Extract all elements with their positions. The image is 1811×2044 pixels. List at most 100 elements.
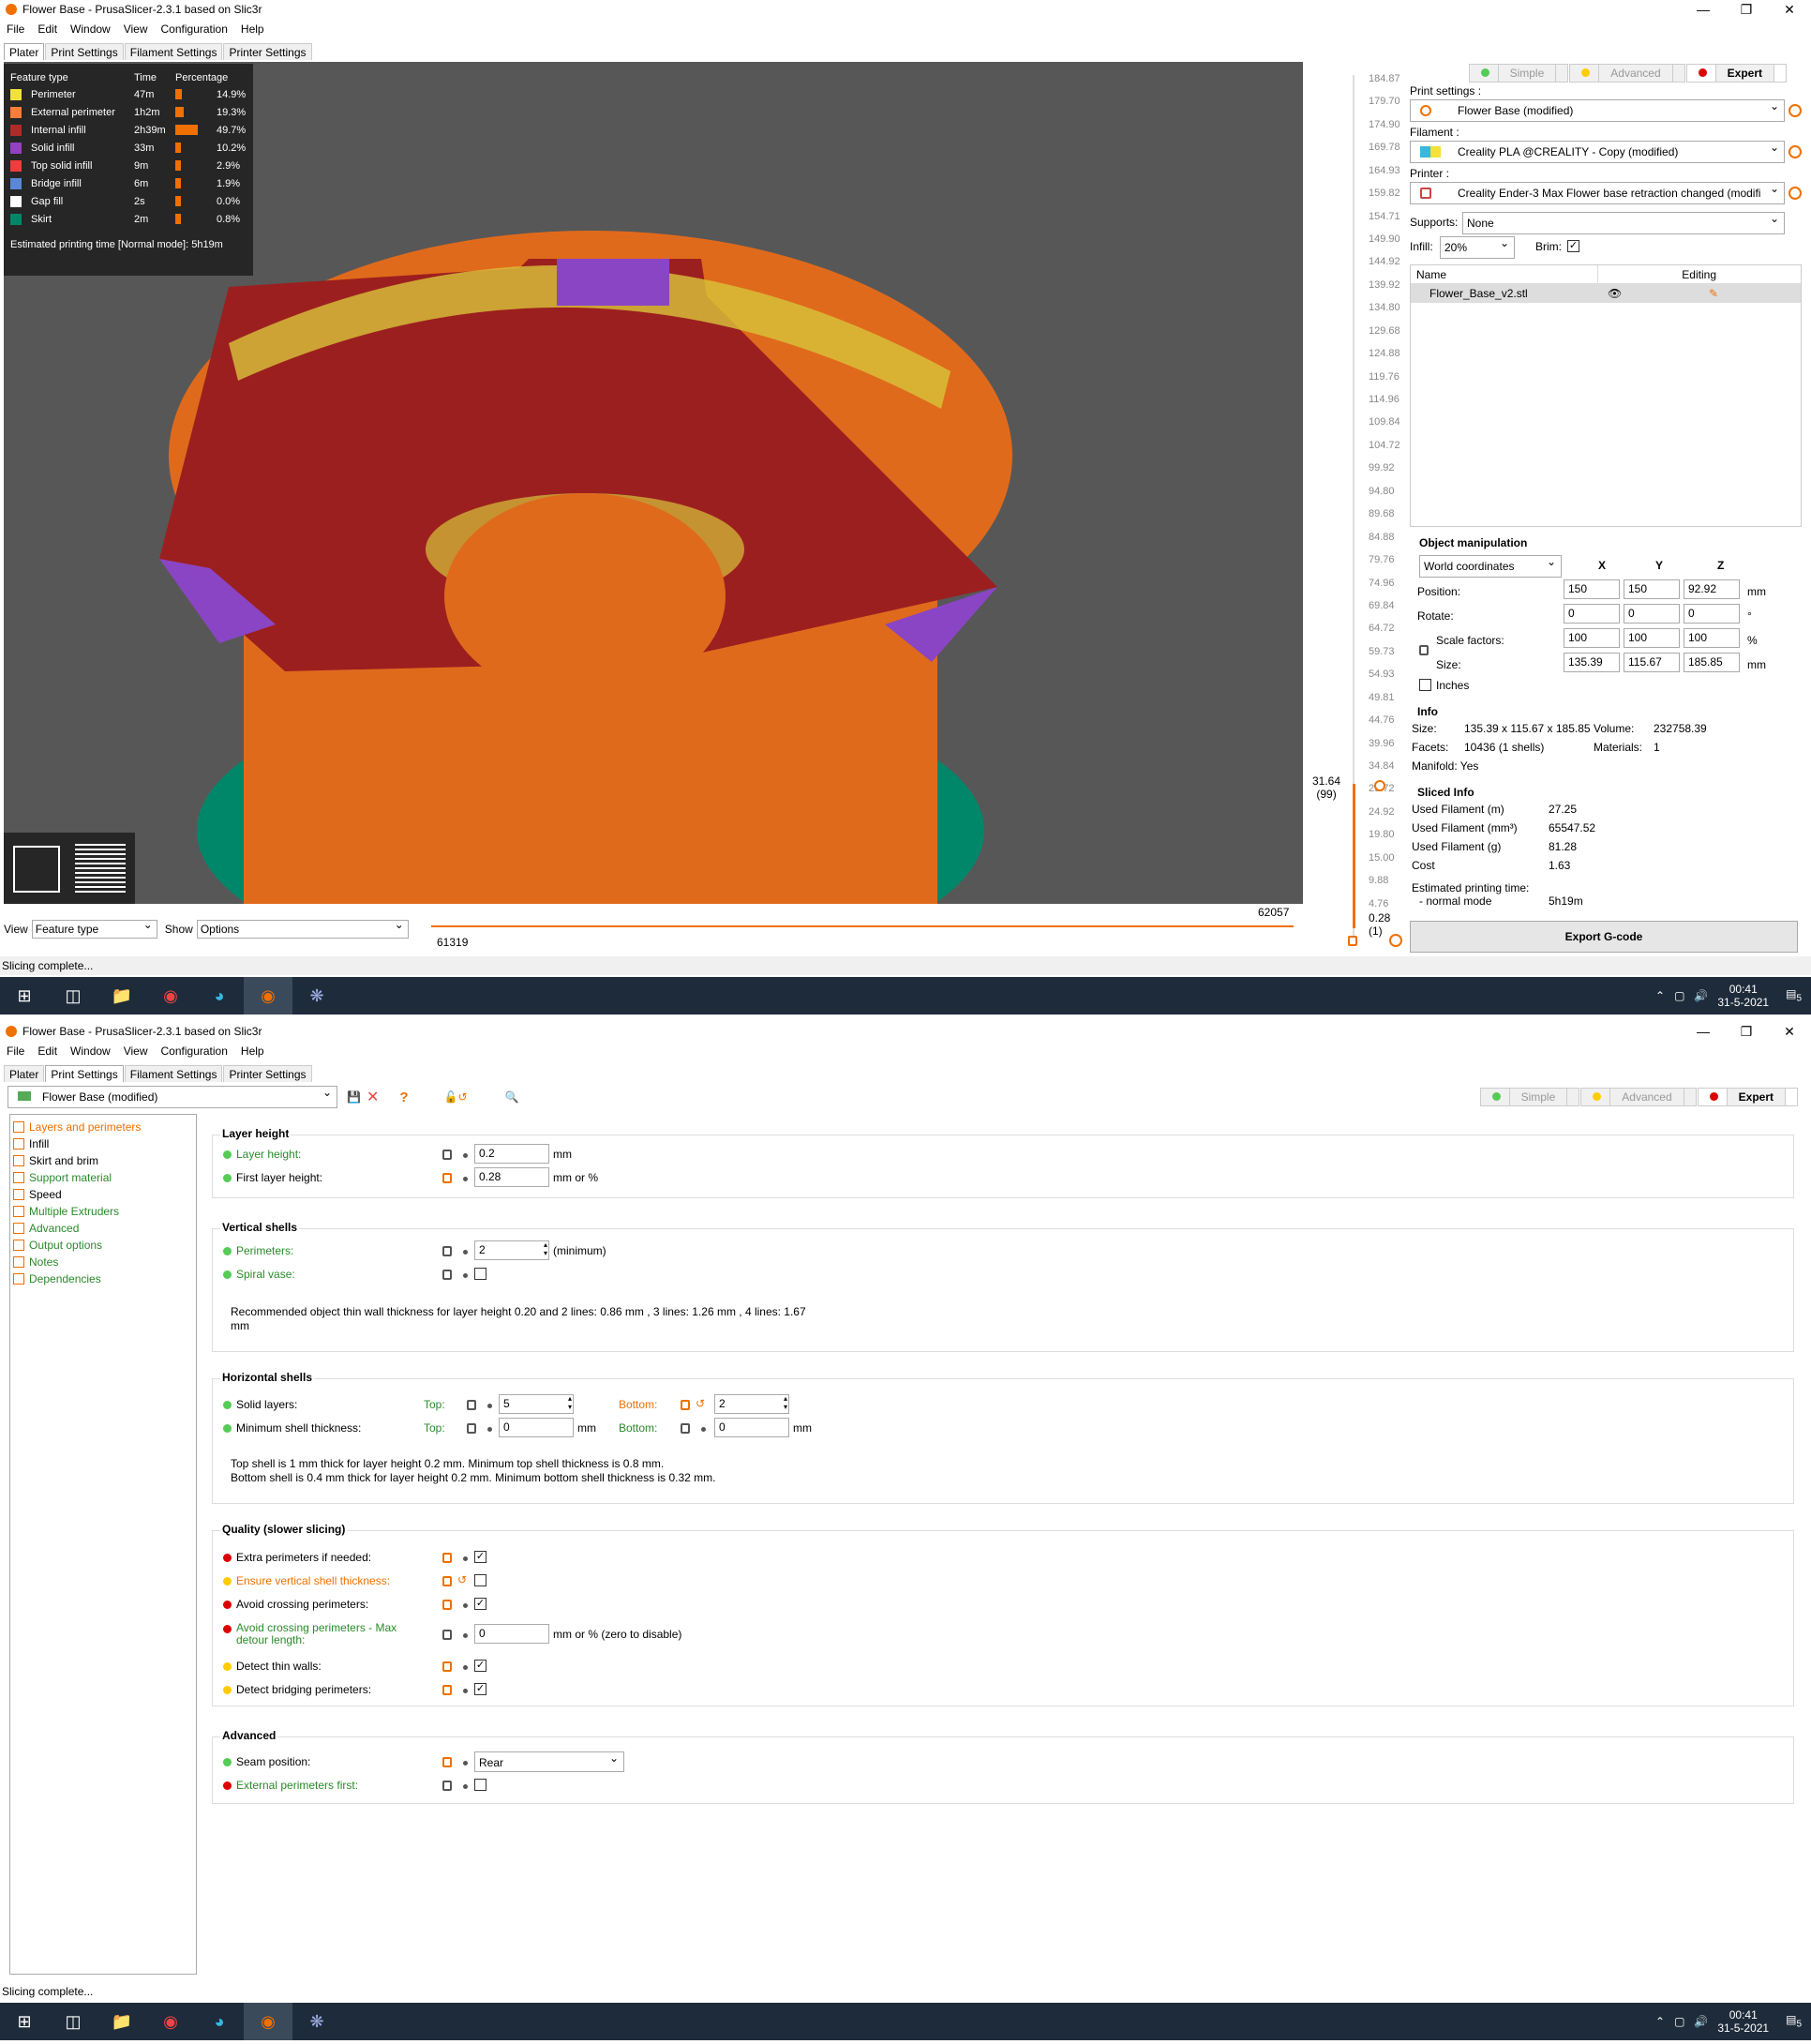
restore-icon[interactable]: ❐: [1725, 0, 1768, 19]
layers-view-icon[interactable]: [75, 844, 126, 894]
unlocked-icon[interactable]: [442, 1600, 452, 1610]
filament-gear-icon[interactable]: [1789, 145, 1802, 158]
clock[interactable]: 00:41 31-5-2021: [1717, 983, 1769, 1009]
tab-plater-2[interactable]: Plater: [4, 1065, 45, 1082]
unlocked-icon[interactable]: [442, 1576, 452, 1586]
external-perimeters-first-checkbox[interactable]: [474, 1779, 486, 1791]
print-settings-gear-icon[interactable]: [1789, 104, 1802, 117]
unlocked-icon[interactable]: [442, 1553, 452, 1563]
delete-preset-icon[interactable]: ✕: [367, 1088, 379, 1106]
mode-expert-button[interactable]: Expert: [1685, 64, 1787, 83]
menu-help[interactable]: Help: [234, 21, 271, 38]
mode-simple-button-2[interactable]: Simple: [1479, 1088, 1580, 1106]
scale-z-input[interactable]: 100: [1684, 628, 1740, 648]
app-taskbar-icon-2[interactable]: ❋: [292, 2003, 341, 2040]
mode-advanced-button[interactable]: Advanced: [1569, 64, 1685, 83]
menu-help-2[interactable]: Help: [234, 1043, 271, 1060]
menu-window-2[interactable]: Window: [64, 1043, 117, 1060]
notifications-icon[interactable]: ▤5: [1786, 987, 1802, 1003]
printer-gear-icon[interactable]: [1789, 187, 1802, 200]
lock-icon[interactable]: [442, 1630, 452, 1640]
solid-bottom-spinner[interactable]: 2: [714, 1394, 789, 1414]
tab-printer-settings[interactable]: Printer Settings: [223, 43, 312, 60]
volume-icon[interactable]: 🔊: [1694, 989, 1708, 1002]
min-top-input[interactable]: 0: [499, 1418, 574, 1437]
help-question-icon[interactable]: ?: [399, 1090, 408, 1105]
menu-file-2[interactable]: File: [0, 1043, 31, 1060]
minimize-icon-2[interactable]: —: [1682, 1022, 1725, 1041]
edit-object-icon[interactable]: ✎: [1709, 284, 1718, 303]
tab-filament-settings-2[interactable]: Filament Settings: [124, 1065, 223, 1082]
ensure-vertical-shell-checkbox[interactable]: [474, 1574, 486, 1586]
tree-item[interactable]: Dependencies: [13, 1270, 193, 1287]
scale-x-input[interactable]: 100: [1564, 628, 1620, 648]
print-settings-combo[interactable]: Flower Base (modified): [1410, 99, 1785, 122]
inches-checkbox[interactable]: [1419, 679, 1431, 691]
task-view-icon[interactable]: ◫: [49, 977, 97, 1014]
network-icon[interactable]: ▢: [1674, 989, 1684, 1002]
tree-item[interactable]: Notes: [13, 1254, 193, 1270]
menu-view[interactable]: View: [117, 21, 155, 38]
tree-item[interactable]: Infill: [13, 1135, 193, 1152]
lock-icon[interactable]: [442, 1781, 452, 1791]
menu-edit[interactable]: Edit: [31, 21, 64, 38]
menu-view-2[interactable]: View: [117, 1043, 155, 1060]
edge-icon-2[interactable]: ◕: [195, 2003, 244, 2040]
prusaslicer-taskbar-icon[interactable]: ◉: [244, 977, 292, 1014]
mode-simple-button[interactable]: Simple: [1468, 64, 1569, 83]
avoid-crossing-max-input[interactable]: 0: [474, 1624, 549, 1644]
close-icon[interactable]: ✕: [1768, 0, 1811, 19]
lock-undo-icon[interactable]: 🔓↺: [444, 1090, 468, 1104]
slider-settings-cog-icon[interactable]: [1389, 934, 1402, 947]
unlocked-icon[interactable]: [442, 1173, 452, 1183]
supports-select[interactable]: None: [1462, 212, 1785, 234]
notifications-icon-2[interactable]: ▤5: [1786, 2013, 1802, 2029]
menu-file[interactable]: File: [0, 21, 31, 38]
coordinates-select[interactable]: World coordinates: [1419, 555, 1562, 578]
lock-icon[interactable]: [681, 1423, 690, 1434]
task-view-icon-2[interactable]: ◫: [49, 2003, 97, 2040]
avoid-crossing-checkbox[interactable]: ✓: [474, 1598, 486, 1610]
detect-bridging-checkbox[interactable]: ✓: [474, 1683, 486, 1695]
tree-item[interactable]: Output options: [13, 1237, 193, 1254]
rotate-z-input[interactable]: 0: [1684, 604, 1740, 624]
infill-select[interactable]: 20%: [1440, 236, 1515, 259]
menu-configuration-2[interactable]: Configuration: [155, 1043, 234, 1060]
tray-chevron-icon-2[interactable]: ⌃: [1655, 2015, 1665, 2028]
undo-icon[interactable]: ↺: [696, 1397, 705, 1410]
object-row[interactable]: Flower_Base_v2.stl 👁 ✎: [1411, 284, 1801, 303]
detect-thin-walls-checkbox[interactable]: ✓: [474, 1660, 486, 1672]
unlocked-icon[interactable]: [442, 1661, 452, 1672]
lock-icon[interactable]: [467, 1400, 476, 1410]
chrome-icon[interactable]: ◉: [146, 977, 195, 1014]
brim-checkbox[interactable]: ✓: [1567, 240, 1579, 252]
minimize-icon[interactable]: —: [1682, 0, 1725, 19]
rotate-x-input[interactable]: 0: [1564, 604, 1620, 624]
network-icon-2[interactable]: ▢: [1674, 2015, 1684, 2028]
print-preset-select[interactable]: Flower Base (modified): [7, 1086, 337, 1108]
tab-print-settings[interactable]: Print Settings: [45, 43, 124, 60]
windows-start-icon[interactable]: ⊞: [0, 977, 49, 1014]
chrome-icon-2[interactable]: ◉: [146, 2003, 195, 2040]
position-x-input[interactable]: 150: [1564, 579, 1620, 599]
size-z-input[interactable]: 185.85: [1684, 653, 1740, 672]
windows-start-icon-2[interactable]: ⊞: [0, 2003, 49, 2040]
tab-plater[interactable]: Plater: [4, 43, 45, 60]
first-layer-height-input[interactable]: 0.28: [474, 1167, 549, 1187]
clock-2[interactable]: 00:41 31-5-2021: [1717, 2008, 1769, 2035]
tree-item[interactable]: Advanced: [13, 1220, 193, 1237]
file-explorer-icon[interactable]: 📁: [97, 977, 146, 1014]
seam-position-select[interactable]: Rear: [474, 1751, 624, 1772]
lock-icon[interactable]: [467, 1423, 476, 1434]
lock-icon[interactable]: [442, 1270, 452, 1280]
tree-item[interactable]: Skirt and brim: [13, 1152, 193, 1169]
tree-item[interactable]: Layers and perimeters: [13, 1119, 193, 1135]
export-gcode-button[interactable]: Export G-code: [1410, 921, 1798, 953]
save-preset-icon[interactable]: 💾: [347, 1090, 361, 1104]
solid-top-spinner[interactable]: 5: [499, 1394, 574, 1414]
prusaslicer-taskbar-icon-2[interactable]: ◉: [244, 2003, 292, 2040]
lock-icon[interactable]: [442, 1150, 452, 1160]
position-z-input[interactable]: 92.92: [1684, 579, 1740, 599]
scale-lock-icon[interactable]: [1419, 645, 1429, 655]
unlocked-icon[interactable]: [681, 1400, 690, 1410]
